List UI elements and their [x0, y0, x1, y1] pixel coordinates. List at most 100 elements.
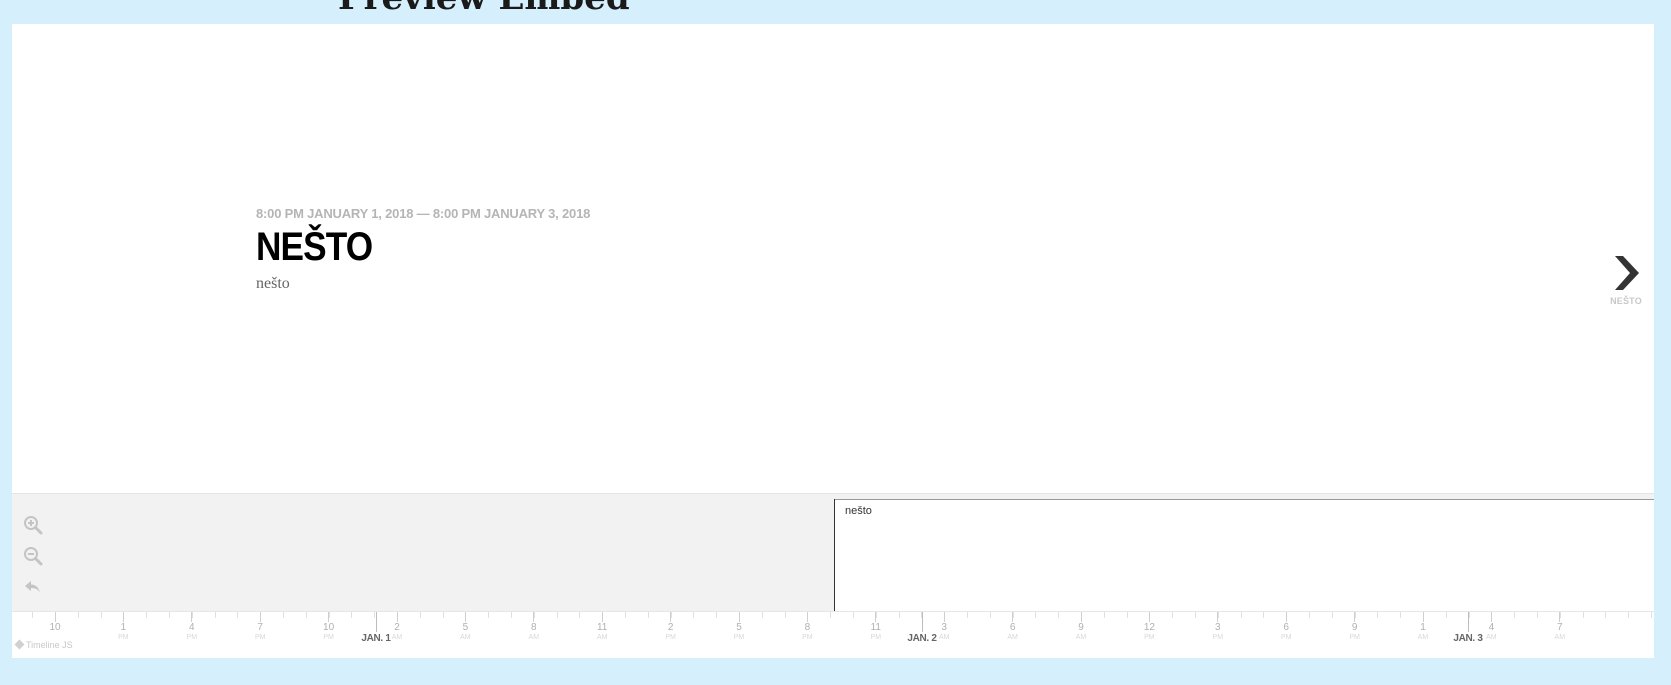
slide-body: nešto [256, 275, 290, 292]
axis-minor-tick [989, 612, 991, 618]
time-axis: 10 1 PM 4 PM 7 PM 10 PM 2 AM 5 AM 8 AM 11 AM 2 PM 5 PM 8 PM 11 P… [12, 611, 1654, 658]
axis-tick-meridiem: PM [186, 634, 198, 641]
slide-date: 8:00 PM JANUARY 1, 2018 — 8:00 PM JANUAR… [256, 206, 591, 221]
day-marker-line [1467, 612, 1469, 632]
axis-tick-label: 1 [1420, 622, 1426, 633]
axis-minor-tick [761, 612, 763, 618]
axis-minor-tick [1103, 612, 1105, 618]
axis-tick-label: 11 [596, 622, 608, 633]
axis-minor-tick [1035, 612, 1037, 618]
axis-tick-meridiem: AM [1554, 634, 1566, 641]
timelinejs-logo-icon [14, 639, 25, 650]
day-marker-line [921, 612, 923, 632]
zoom-out-button[interactable] [22, 545, 44, 567]
day-marker-label: JAN. 3 [1453, 633, 1483, 644]
timenav: nešto 10 1 PM 4 PM 7 PM 10 PM 2 AM 5 AM 8 AM 11 AM 2 PM 5 PM… [12, 493, 1654, 658]
axis-tick-meridiem: PM [1280, 634, 1292, 641]
axis-tick-line [806, 612, 808, 622]
axis-tick-line [464, 612, 466, 622]
axis-tick-meridiem: PM [1212, 634, 1224, 641]
axis-tick: 6 AM [993, 612, 1033, 642]
next-slide-button[interactable]: NEŠTO [1606, 256, 1646, 306]
storyslider: 8:00 PM JANUARY 1, 2018 — 8:00 PM JANUAR… [12, 24, 1654, 493]
axis-minor-tick [1331, 612, 1333, 618]
axis-tick-line [1285, 612, 1287, 622]
axis-tick-line [875, 612, 877, 622]
next-slide-title: NEŠTO [1610, 296, 1642, 306]
axis-tick-meridiem: PM [323, 634, 334, 641]
axis-minor-tick [556, 612, 558, 618]
axis-tick-line [533, 612, 535, 622]
axis-tick-label: 10 [49, 622, 61, 633]
axis-tick-meridiem: AM [1417, 634, 1429, 641]
axis-minor-tick [419, 612, 421, 618]
axis-tick-meridiem: PM [118, 634, 129, 641]
axis-tick: 5 AM [445, 612, 485, 642]
axis-tick-label: 11 [870, 622, 881, 633]
axis-minor-tick [853, 612, 854, 618]
axis-tick-label: 1 [120, 622, 127, 633]
axis-tick: 9 AM [1061, 612, 1101, 642]
axis-minor-tick [169, 612, 170, 618]
axis-tick-meridiem: PM [733, 634, 745, 641]
axis-tick-line [1354, 612, 1356, 622]
axis-minor-tick [442, 612, 444, 618]
axis-minor-tick [1172, 612, 1174, 618]
axis-tick-line [1080, 612, 1082, 622]
axis-tick: 11 PM [856, 612, 896, 642]
timeline-marker[interactable]: nešto [834, 499, 1654, 612]
axis-tick: 6 PM [1266, 612, 1306, 642]
axis-tick: 3 PM [1198, 612, 1238, 642]
axis-tick-label: 12 [1143, 622, 1155, 633]
axis-tick-label: 8 [531, 622, 537, 633]
axis-minor-tick [32, 612, 34, 618]
marker-line [834, 499, 835, 619]
axis-tick-line [670, 612, 672, 622]
axis-minor-tick [1628, 612, 1630, 618]
axis-tick-line [328, 612, 330, 622]
axis-minor-tick [77, 612, 79, 618]
axis-tick-meridiem: AM [460, 634, 471, 641]
axis-tick: 11 AM [582, 612, 622, 642]
axis-minor-tick [647, 612, 649, 618]
axis-tick: 1 PM [103, 612, 143, 642]
axis-minor-tick [1058, 612, 1060, 618]
axis-tick-line [259, 612, 261, 622]
axis-minor-tick [1263, 612, 1265, 618]
axis-tick-meridiem: PM [870, 634, 882, 641]
axis-minor-tick [830, 612, 832, 618]
axis-minor-tick [1126, 612, 1128, 618]
axis-tick-meridiem: AM [1075, 634, 1087, 641]
axis-minor-tick [146, 612, 148, 618]
slide-text: 8:00 PM JANUARY 1, 2018 — 8:00 PM JANUAR… [256, 206, 590, 293]
axis-tick-meridiem: PM [1144, 634, 1155, 641]
chevron-right-icon [1615, 256, 1639, 290]
axis-minor-tick [716, 612, 718, 618]
back-to-start-button[interactable] [22, 576, 44, 598]
axis-minor-tick [1605, 612, 1607, 618]
day-marker: JAN. 2 [892, 612, 952, 644]
day-marker: JAN. 3 [1438, 612, 1498, 644]
axis-minor-tick [693, 612, 695, 618]
axis-tick-label: 4 [189, 622, 195, 633]
axis-tick-line [1559, 612, 1561, 622]
axis-minor-tick [214, 612, 216, 618]
axis-tick: 8 AM [514, 612, 554, 642]
timeline-embed: 8:00 PM JANUARY 1, 2018 — 8:00 PM JANUAR… [12, 24, 1654, 658]
axis-tick-line [738, 612, 740, 622]
axis-tick-label: 6 [1009, 622, 1016, 633]
axis-tick-label: 8 [804, 622, 811, 633]
timelinejs-attribution[interactable]: Timeline JS [14, 639, 73, 650]
axis-minor-tick [1377, 612, 1379, 618]
slide-headline: NEŠTO [256, 225, 373, 269]
axis-tick: 12 PM [1129, 612, 1169, 642]
axis-tick: 4 PM [172, 612, 212, 642]
zoom-in-button[interactable] [22, 514, 44, 536]
attribution-text: Timeline JS [26, 640, 73, 650]
axis-tick: 7 PM [240, 612, 280, 642]
axis-tick-line [122, 612, 124, 622]
axis-minor-tick [1537, 612, 1538, 618]
axis-tick-line [191, 612, 193, 622]
axis-tick-label: 10 [323, 622, 335, 633]
axis-minor-tick [1651, 612, 1652, 618]
